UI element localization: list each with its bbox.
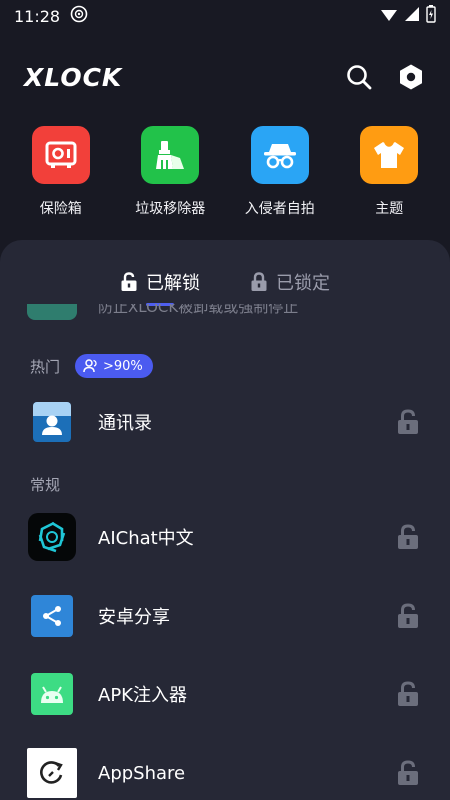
status-bar: 11:28 — [0, 0, 450, 32]
list-item-partial[interactable]: 防止XLOCK被卸载或强制停止 — [0, 304, 450, 326]
feature-theme-label: 主题 — [375, 201, 404, 217]
popularity-badge: >90% — [75, 354, 153, 378]
app-list-sheet: 已解锁 已锁定 防止XLOCK被卸载或强制停止 热门 >90% 通讯录 常规 A… — [0, 240, 450, 800]
unlock-icon — [398, 524, 418, 549]
status-time: 11:28 — [14, 6, 61, 26]
feature-theme[interactable]: 主题 — [337, 126, 442, 218]
app-name: AppShare — [98, 762, 186, 784]
share-icon — [31, 595, 73, 637]
app-logo: XLOCK — [24, 62, 123, 92]
list-item[interactable]: 通讯录 — [0, 392, 450, 452]
spy-icon — [263, 144, 296, 169]
shirt-icon — [374, 142, 405, 168]
settings-icon — [400, 64, 422, 90]
feature-row: 保险箱 垃圾移除器 入侵者自拍 主题 — [0, 126, 450, 218]
broom-icon — [156, 141, 185, 169]
app-name: 通讯录 — [98, 413, 152, 434]
app-lock-toggle[interactable] — [395, 759, 421, 787]
unlock-icon — [398, 681, 418, 706]
tab-unlocked[interactable]: 已解锁 — [120, 264, 200, 306]
lock-status-tabs: 已解锁 已锁定 — [0, 264, 450, 306]
users-icon — [83, 359, 97, 373]
vpn-status-icon — [70, 5, 88, 27]
feature-safe-tile[interactable] — [31, 126, 90, 184]
list-item[interactable]: AppShare — [0, 743, 450, 800]
feature-junk-cleaner-label: 垃圾移除器 — [135, 201, 206, 217]
section-title-popular: 热门 — [30, 358, 61, 376]
tab-locked[interactable]: 已锁定 — [250, 264, 330, 300]
feature-safe-label: 保险箱 — [39, 201, 82, 217]
unlock-icon — [398, 760, 418, 785]
appshare-icon — [27, 748, 77, 798]
settings-button[interactable] — [396, 62, 426, 92]
section-title-general: 常规 — [30, 476, 61, 494]
list-item[interactable]: AIChat中文 — [0, 507, 450, 567]
uninstall-protection-icon — [27, 304, 77, 320]
unlock-icon — [121, 272, 137, 291]
tab-unlocked-label: 已解锁 — [146, 273, 200, 294]
feature-theme-tile[interactable] — [360, 126, 419, 184]
battery-icon — [426, 5, 436, 27]
app-name: APK注入器 — [98, 685, 187, 706]
android-icon — [31, 673, 73, 715]
app-lock-toggle[interactable] — [395, 523, 421, 551]
network-icon — [404, 6, 420, 26]
app-header: XLOCK — [0, 52, 450, 102]
app-lock-toggle[interactable] — [395, 680, 421, 708]
app-lock-toggle[interactable] — [395, 408, 421, 436]
signal-icon — [380, 6, 398, 26]
list-item[interactable]: APK注入器 — [0, 664, 450, 724]
feature-intruder-selfie[interactable]: 入侵者自拍 — [227, 126, 332, 218]
safe-icon — [45, 141, 77, 168]
feature-intruder-selfie-label: 入侵者自拍 — [244, 201, 315, 217]
lock-icon — [251, 272, 267, 291]
popularity-badge-text: >90% — [103, 358, 143, 374]
feature-junk-cleaner-tile[interactable] — [141, 126, 200, 184]
contacts-icon — [30, 400, 74, 444]
search-button[interactable] — [344, 62, 374, 92]
app-name: AIChat中文 — [98, 528, 194, 549]
feature-safe[interactable]: 保险箱 — [8, 126, 113, 218]
feature-junk-cleaner[interactable]: 垃圾移除器 — [118, 126, 223, 218]
app-lock-toggle[interactable] — [395, 602, 421, 630]
aichat-icon — [28, 513, 76, 561]
tab-locked-label: 已锁定 — [276, 273, 330, 294]
app-name: 安卓分享 — [98, 607, 170, 628]
unlock-icon — [398, 409, 418, 434]
unlock-icon — [398, 603, 418, 628]
partial-row-text: 防止XLOCK被卸载或强制停止 — [98, 304, 299, 316]
search-icon — [347, 65, 372, 90]
list-item[interactable]: 安卓分享 — [0, 586, 450, 646]
feature-intruder-selfie-tile[interactable] — [250, 126, 309, 184]
